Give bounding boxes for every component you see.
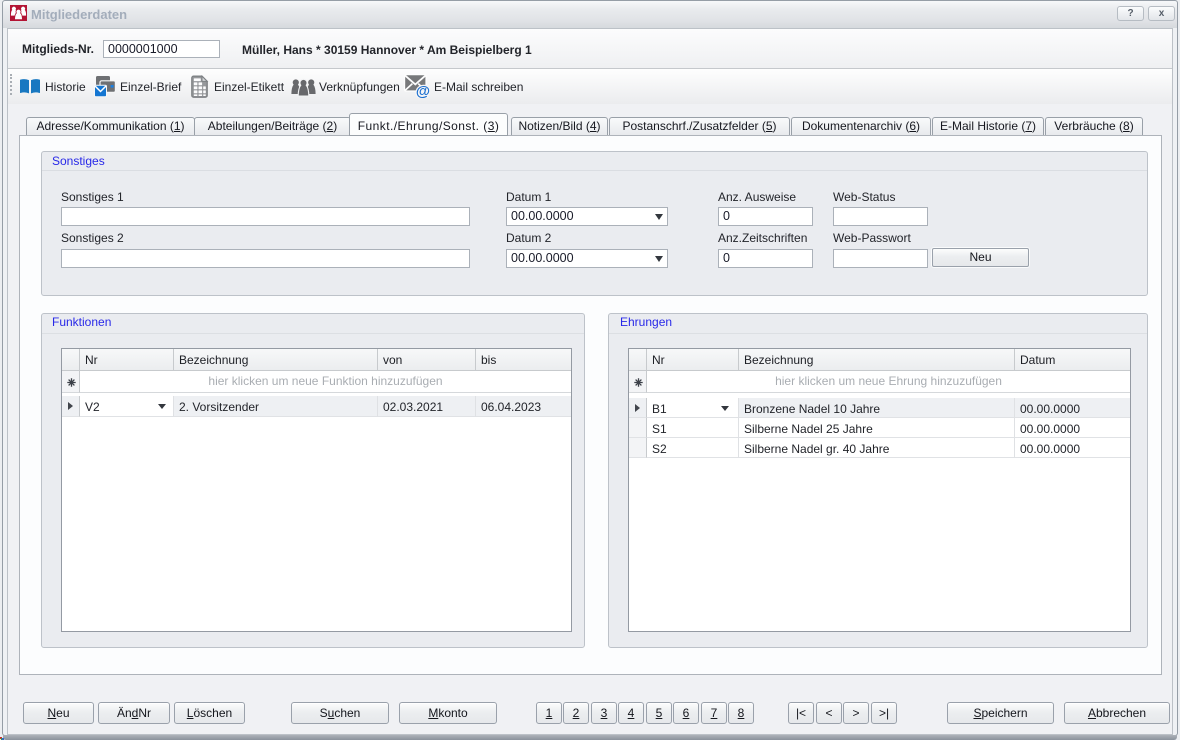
svg-text:@: @: [416, 84, 430, 98]
